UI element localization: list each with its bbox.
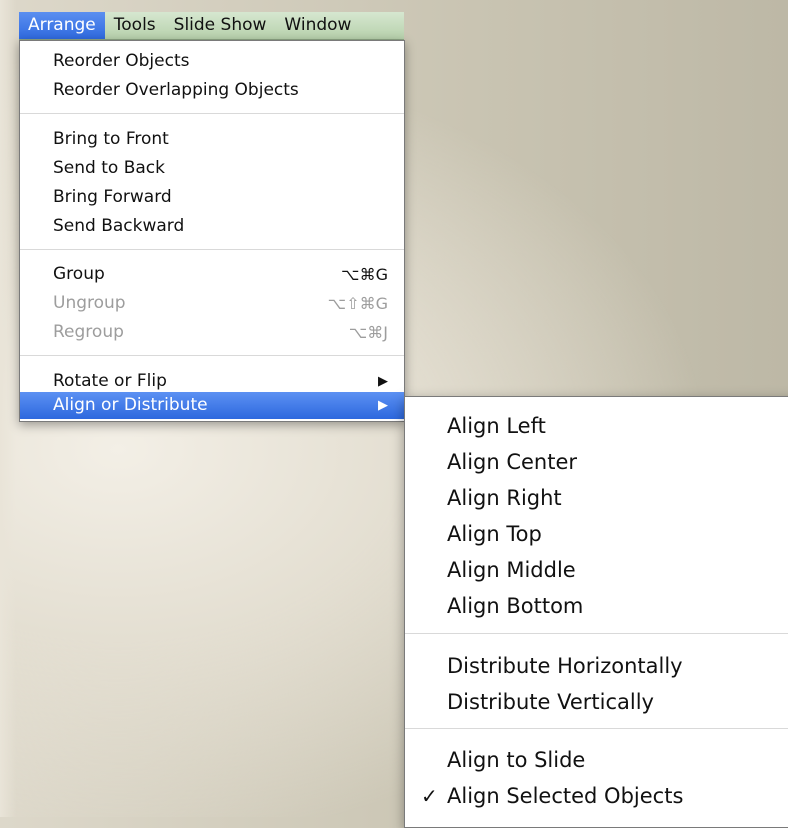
regroup-item: Regroup ⌥⌘J <box>20 318 404 347</box>
align-or-distribute-item[interactable]: Align or Distribute ▶ <box>20 392 404 419</box>
group-shortcut: ⌥⌘G <box>341 265 388 284</box>
menu-bar: Arrange Tools Slide Show Window <box>19 12 404 40</box>
submenu-arrow-icon: ▶ <box>378 398 388 413</box>
ungroup-item: Ungroup ⌥⇧⌘G <box>20 289 404 318</box>
group-label: Group <box>53 264 105 284</box>
align-bottom-item[interactable]: Align Bottom <box>405 588 788 624</box>
send-backward-item[interactable]: Send Backward <box>20 212 404 241</box>
menu-window[interactable]: Window <box>275 12 360 39</box>
reorder-overlapping-objects-item[interactable]: Reorder Overlapping Objects <box>20 76 404 105</box>
menu-separator <box>405 633 788 634</box>
align-or-distribute-label: Align or Distribute <box>53 395 208 415</box>
align-selected-objects-item[interactable]: ✓ Align Selected Objects <box>405 778 788 814</box>
menu-separator <box>405 728 788 729</box>
bring-to-front-item[interactable]: Bring to Front <box>20 125 404 154</box>
regroup-shortcut: ⌥⌘J <box>348 323 388 342</box>
align-right-item[interactable]: Align Right <box>405 480 788 516</box>
group-item[interactable]: Group ⌥⌘G <box>20 260 404 289</box>
checkmark-icon: ✓ <box>421 784 438 808</box>
rotate-or-flip-label: Rotate or Flip <box>53 371 167 391</box>
menu-separator <box>20 355 404 356</box>
menu-separator <box>20 113 404 114</box>
bring-forward-item[interactable]: Bring Forward <box>20 183 404 212</box>
align-distribute-submenu: Align Left Align Center Align Right Alig… <box>404 396 788 828</box>
align-selected-objects-label: Align Selected Objects <box>447 784 684 808</box>
distribute-horizontally-item[interactable]: Distribute Horizontally <box>405 648 788 684</box>
menu-tools[interactable]: Tools <box>105 12 165 39</box>
align-center-item[interactable]: Align Center <box>405 444 788 480</box>
menu-separator <box>20 249 404 250</box>
ungroup-label: Ungroup <box>53 293 126 313</box>
desktop-background <box>0 0 16 817</box>
send-to-back-item[interactable]: Send to Back <box>20 154 404 183</box>
menu-slide-show[interactable]: Slide Show <box>165 12 276 39</box>
reorder-objects-item[interactable]: Reorder Objects <box>20 47 404 76</box>
menu-arrange[interactable]: Arrange <box>19 12 105 39</box>
align-left-item[interactable]: Align Left <box>405 408 788 444</box>
ungroup-shortcut: ⌥⇧⌘G <box>327 294 388 313</box>
align-middle-item[interactable]: Align Middle <box>405 552 788 588</box>
regroup-label: Regroup <box>53 322 124 342</box>
arrange-menu: Reorder Objects Reorder Overlapping Obje… <box>19 40 405 422</box>
distribute-vertically-item[interactable]: Distribute Vertically <box>405 684 788 720</box>
align-top-item[interactable]: Align Top <box>405 516 788 552</box>
align-to-slide-item[interactable]: Align to Slide <box>405 742 788 778</box>
